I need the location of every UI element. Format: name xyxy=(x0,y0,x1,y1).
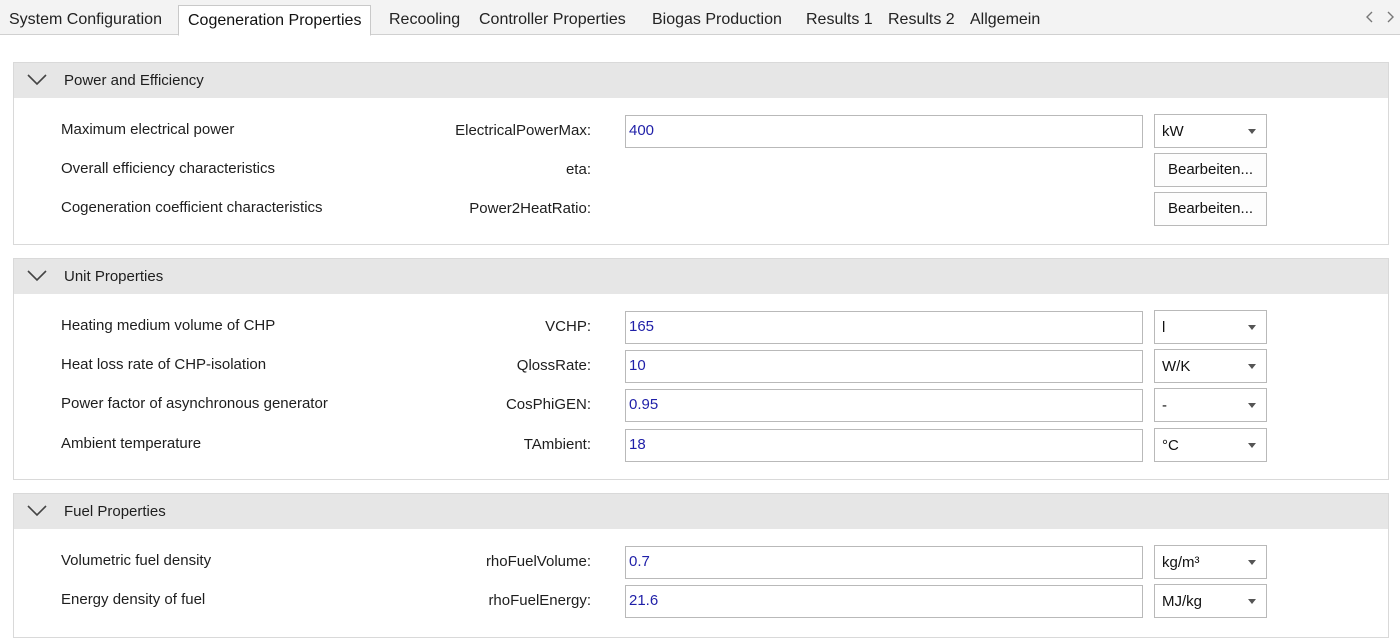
field-label: Heat loss rate of CHP-isolation xyxy=(61,356,267,373)
dropdown-arrow-icon xyxy=(1248,325,1256,330)
dropdown-arrow-icon xyxy=(1248,403,1256,408)
unit-dropdown[interactable]: l xyxy=(1154,310,1267,344)
dropdown-arrow-icon xyxy=(1248,599,1256,604)
tab-system-configuration[interactable]: System Configuration xyxy=(9,5,162,35)
field-label: Cogeneration coefficient characteristics xyxy=(61,199,323,216)
section-fuel-properties: Fuel Properties Volumetric fuel density … xyxy=(13,493,1389,638)
tab-recooling[interactable]: Recooling xyxy=(389,5,460,35)
tambient-input[interactable]: 18 xyxy=(625,429,1143,462)
section-title: Fuel Properties xyxy=(64,503,166,520)
field-label: Energy density of fuel xyxy=(61,591,206,608)
electrical-power-max-input[interactable]: 400 xyxy=(625,115,1143,148)
unit-value: - xyxy=(1162,397,1167,414)
unit-value: kg/m³ xyxy=(1162,554,1200,571)
unit-dropdown[interactable]: °C xyxy=(1154,428,1267,462)
param-name: VCHP: xyxy=(545,318,591,335)
field-label: Power factor of asynchronous generator xyxy=(61,395,328,412)
section-header[interactable]: Unit Properties xyxy=(14,259,1388,294)
tab-bar: System Configuration Cogeneration Proper… xyxy=(0,0,1400,36)
rhofuelenergy-input[interactable]: 21.6 xyxy=(625,585,1143,618)
dropdown-arrow-icon xyxy=(1248,560,1256,565)
unit-value: kW xyxy=(1162,123,1184,140)
vchp-input[interactable]: 165 xyxy=(625,311,1143,344)
param-name: Power2HeatRatio: xyxy=(469,200,591,217)
section-header[interactable]: Fuel Properties xyxy=(14,494,1388,529)
unit-value: MJ/kg xyxy=(1162,593,1203,610)
field-label: Volumetric fuel density xyxy=(61,552,212,569)
dropdown-arrow-icon xyxy=(1248,364,1256,369)
cosphigen-input[interactable]: 0.95 xyxy=(625,389,1143,422)
unit-dropdown[interactable]: - xyxy=(1154,388,1267,422)
qlossrate-input[interactable]: 10 xyxy=(625,350,1143,383)
chevron-down-icon[interactable] xyxy=(26,269,48,283)
tab-cogeneration-properties[interactable]: Cogeneration Properties xyxy=(178,5,372,36)
section-power-and-efficiency: Power and Efficiency Maximum electrical … xyxy=(13,62,1389,245)
section-title: Unit Properties xyxy=(64,268,164,285)
edit-power2heatratio-button[interactable]: Bearbeiten... xyxy=(1154,192,1267,226)
rhofuelvolume-input[interactable]: 0.7 xyxy=(625,546,1143,579)
unit-value: W/K xyxy=(1162,358,1191,375)
field-label: Maximum electrical power xyxy=(61,121,235,138)
param-name: rhoFuelEnergy: xyxy=(488,592,591,609)
param-name: rhoFuelVolume: xyxy=(485,553,591,570)
section-title: Power and Efficiency xyxy=(64,72,204,89)
chevron-left-icon[interactable] xyxy=(1363,10,1377,28)
field-label: Overall efficiency characteristics xyxy=(61,160,275,177)
unit-dropdown[interactable]: kg/m³ xyxy=(1154,545,1267,579)
section-unit-properties: Unit Properties Heating medium volume of… xyxy=(13,258,1389,480)
unit-dropdown[interactable]: MJ/kg xyxy=(1154,584,1267,618)
field-label: Ambient temperature xyxy=(61,435,202,452)
tab-results-2[interactable]: Results 2 xyxy=(888,5,955,35)
param-name: eta: xyxy=(565,161,591,178)
unit-dropdown[interactable]: kW xyxy=(1154,114,1267,148)
param-name: TAmbient: xyxy=(523,436,591,453)
edit-eta-button[interactable]: Bearbeiten... xyxy=(1154,153,1267,187)
dropdown-arrow-icon xyxy=(1248,129,1256,134)
tab-results-1[interactable]: Results 1 xyxy=(806,5,873,35)
field-label: Heating medium volume of CHP xyxy=(61,317,276,334)
tab-allgemein[interactable]: Allgemein xyxy=(970,5,1040,35)
param-name: ElectricalPowerMax: xyxy=(455,122,591,139)
dropdown-arrow-icon xyxy=(1248,443,1256,448)
tab-biogas-production[interactable]: Biogas Production xyxy=(652,5,782,35)
chevron-down-icon[interactable] xyxy=(26,504,48,518)
param-name: QlossRate: xyxy=(516,357,591,374)
unit-dropdown[interactable]: W/K xyxy=(1154,349,1267,383)
unit-value: l xyxy=(1162,319,1166,336)
chevron-right-icon[interactable] xyxy=(1383,10,1397,28)
chevron-down-icon[interactable] xyxy=(26,73,48,87)
section-header[interactable]: Power and Efficiency xyxy=(14,63,1388,98)
unit-value: °C xyxy=(1162,437,1179,454)
tab-controller-properties[interactable]: Controller Properties xyxy=(479,5,626,35)
param-name: CosPhiGEN: xyxy=(505,396,591,413)
